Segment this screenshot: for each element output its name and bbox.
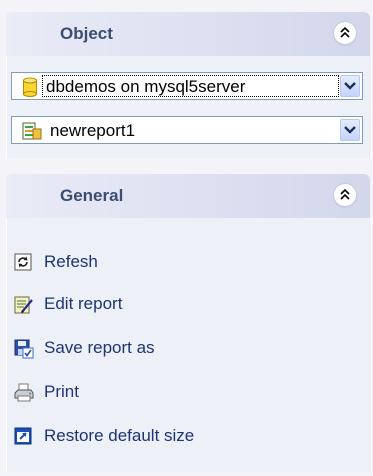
print-action-label: Print [44, 382, 79, 401]
restore-window-icon [14, 427, 32, 445]
object-section-header[interactable]: Object [6, 12, 370, 56]
save-report-as-action[interactable]: Save report as [14, 336, 344, 362]
restore-default-size-action[interactable]: Restore default size [14, 424, 344, 450]
report-combo-dropdown-button[interactable] [340, 119, 360, 141]
database-icon [23, 77, 37, 97]
chevron-up-icon [340, 189, 350, 200]
general-section-header[interactable]: General [6, 174, 370, 218]
database-combo[interactable]: dbdemos on mysql5server [11, 72, 363, 100]
refresh-action-label: Refesh [44, 252, 98, 271]
object-section-title: Object [60, 24, 113, 43]
report-combo-value: newreport1 [50, 121, 136, 140]
save-report-as-action-label: Save report as [44, 338, 155, 357]
general-section-title: General [60, 186, 124, 205]
chevron-down-icon [344, 82, 356, 90]
edit-report-icon [14, 296, 33, 314]
print-action[interactable]: Print [14, 380, 344, 406]
refresh-action[interactable]: Refesh [14, 250, 344, 276]
database-combo-value: dbdemos on mysql5server [46, 77, 246, 96]
report-combo[interactable]: newreport1 [11, 116, 363, 144]
chevron-up-icon [340, 27, 350, 38]
object-collapse-button[interactable] [334, 22, 356, 44]
edit-report-action[interactable]: Edit report [14, 292, 344, 318]
chevron-down-icon [344, 126, 356, 134]
report-icon [22, 122, 42, 140]
printer-icon [14, 383, 34, 402]
navigation-pane: Object dbdemos on mysql5server newreport… [0, 0, 373, 476]
restore-default-size-action-label: Restore default size [44, 426, 195, 445]
refresh-icon [14, 253, 32, 271]
database-combo-dropdown-button[interactable] [340, 75, 360, 97]
save-icon [14, 339, 34, 359]
edit-report-action-label: Edit report [44, 294, 123, 313]
general-collapse-button[interactable] [334, 184, 356, 206]
